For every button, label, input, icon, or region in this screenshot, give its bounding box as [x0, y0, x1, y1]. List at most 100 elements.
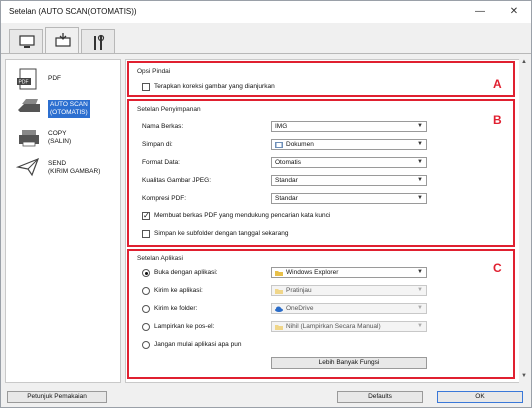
ok-button[interactable]: OK	[437, 391, 523, 403]
label-line-2: (KIRIM GAMBAR)	[48, 168, 101, 175]
label-line-1: SEND	[48, 160, 67, 167]
tab-general-settings[interactable]	[81, 29, 115, 53]
label-line-1: AUTO SCAN	[50, 101, 88, 108]
chevron-down-icon: ▼	[417, 123, 423, 129]
chevron-down-icon: ▼	[417, 177, 423, 183]
save-in-value: Dokumen	[286, 141, 314, 148]
save-in-select[interactable]: Dokumen ▼	[271, 139, 427, 150]
box-letter-c: C	[493, 261, 502, 275]
tab-scan-from-panel[interactable]	[45, 27, 79, 54]
box-letter-b: B	[493, 113, 502, 127]
attach-email-value: Nihil (Lampirkan Secara Manual)	[286, 323, 381, 330]
data-format-select[interactable]: Otomatis ▼	[271, 157, 427, 168]
chevron-down-icon: ▼	[417, 287, 423, 293]
svg-text:PDF: PDF	[19, 80, 29, 86]
computer-arrow-icon	[55, 33, 71, 47]
pdf-compression-value: Standar	[275, 195, 298, 202]
chevron-down-icon: ▼	[417, 159, 423, 165]
open-with-value: Windows Explorer	[286, 269, 339, 276]
more-functions-button[interactable]: Lebih Banyak Fungsi	[271, 357, 427, 369]
chevron-down-icon: ▼	[417, 305, 423, 311]
label-line-1: COPY	[48, 130, 67, 137]
sidebar-item-label: AUTO SCAN (OTOMATIS)	[48, 100, 90, 118]
sidebar: PDF PDF AUTO SCAN (OTOMATIS) COPY (SALIN…	[5, 59, 121, 383]
open-with-label: Buka dengan aplikasi:	[154, 269, 218, 276]
documents-folder-icon	[275, 142, 283, 148]
send-to-folder-value: OneDrive	[286, 305, 314, 312]
jpeg-quality-select[interactable]: Standar ▼	[271, 175, 427, 186]
send-to-folder-select[interactable]: OneDrive ▼	[271, 303, 427, 314]
onedrive-icon	[275, 306, 283, 312]
data-format-value: Otomatis	[275, 159, 302, 166]
scroll-up-icon[interactable]: ▲	[519, 59, 529, 69]
chevron-down-icon: ▼	[417, 141, 423, 147]
open-with-radio[interactable]	[142, 269, 150, 277]
folder-icon	[275, 325, 283, 330]
instructions-button[interactable]: Petunjuk Pemakaian	[7, 391, 107, 403]
folder-icon	[275, 271, 283, 276]
apply-correction-checkbox[interactable]	[142, 83, 150, 91]
minimize-button[interactable]: —	[465, 1, 495, 23]
send-to-folder-radio[interactable]	[142, 305, 150, 313]
computer-scan-icon	[19, 35, 35, 48]
save-in-label: Simpan di:	[142, 141, 173, 148]
scroll-down-icon[interactable]: ▼	[519, 373, 529, 383]
do-not-start-label: Jangan mulai aplikasi apa pun	[154, 341, 242, 348]
searchable-pdf-label: Membuat berkas PDF yang mendukung pencar…	[154, 212, 331, 219]
preview-app-icon	[275, 289, 283, 294]
tools-icon	[94, 34, 105, 50]
sidebar-item-label: PDF	[48, 75, 61, 82]
do-not-start-radio[interactable]	[142, 341, 150, 349]
searchable-pdf-checkbox[interactable]	[142, 211, 150, 220]
open-with-select[interactable]: Windows Explorer ▼	[271, 267, 427, 278]
send-to-app-label: Kirim ke aplikasi:	[154, 287, 203, 294]
tab-scan-from-computer[interactable]	[9, 29, 43, 53]
title-bar: Setelan (AUTO SCAN(OTOMATIS)) — ✕	[1, 1, 531, 23]
sidebar-item-copy[interactable]: COPY (SALIN)	[12, 124, 120, 154]
send-to-folder-label: Kirim ke folder:	[154, 305, 198, 312]
sidebar-item-pdf[interactable]: PDF PDF	[12, 66, 120, 96]
box-letter-a: A	[493, 77, 502, 91]
scan-options-title: Opsi Pindai	[137, 68, 171, 75]
chevron-down-icon: ▼	[417, 269, 423, 275]
subfolder-checkbox[interactable]	[142, 230, 150, 238]
chevron-down-icon: ▼	[417, 195, 423, 201]
chevron-down-icon: ▼	[417, 323, 423, 329]
sidebar-item-label: SEND (KIRIM GAMBAR)	[48, 160, 100, 176]
jpeg-quality-value: Standar	[275, 177, 298, 184]
attach-email-select[interactable]: Nihil (Lampirkan Secara Manual) ▼	[271, 321, 427, 332]
attach-email-radio[interactable]	[142, 323, 150, 331]
jpeg-quality-label: Kualitas Gambar JPEG:	[142, 177, 211, 184]
attach-email-label: Lampirkan ke pos-el:	[154, 323, 215, 330]
window-title: Setelan (AUTO SCAN(OTOMATIS))	[9, 7, 137, 16]
file-name-value: IMG	[275, 123, 288, 130]
pdf-icon: PDF	[17, 68, 37, 90]
label-line-2: (SALIN)	[48, 138, 72, 145]
copy-icon	[19, 130, 39, 147]
tab-divider	[1, 53, 531, 54]
send-to-app-radio[interactable]	[142, 287, 150, 295]
sidebar-item-auto-scan[interactable]: AUTO SCAN (OTOMATIS)	[12, 94, 120, 124]
sidebar-item-send[interactable]: SEND (KIRIM GAMBAR)	[12, 154, 120, 184]
settings-window: Setelan (AUTO SCAN(OTOMATIS)) — ✕ PDF PD…	[0, 0, 532, 408]
auto-scan-icon	[18, 99, 40, 112]
apply-correction-label: Terapkan koreksi gambar yang dianjurkan	[154, 83, 275, 90]
close-button[interactable]: ✕	[499, 1, 529, 23]
file-name-select[interactable]: IMG ▼	[271, 121, 427, 132]
vertical-scrollbar[interactable]: ▲ ▼	[519, 59, 529, 383]
pdf-compression-label: Kompresi PDF:	[142, 195, 187, 202]
highlight-box-a	[127, 61, 515, 97]
save-settings-title: Setelan Penyimpanan	[137, 106, 201, 113]
pdf-compression-select[interactable]: Standar ▼	[271, 193, 427, 204]
label-line-2: (OTOMATIS)	[50, 109, 88, 116]
app-settings-title: Setelan Aplikasi	[137, 255, 183, 262]
subfolder-label: Simpan ke subfolder dengan tanggal sekar…	[154, 230, 289, 237]
defaults-button[interactable]: Defaults	[337, 391, 423, 403]
tab-bar	[1, 23, 531, 54]
data-format-label: Format Data:	[142, 159, 180, 166]
send-to-app-value: Pratinjau	[286, 287, 312, 294]
file-name-label: Nama Berkas:	[142, 123, 184, 130]
send-icon	[16, 157, 40, 177]
sidebar-item-label: COPY (SALIN)	[48, 130, 71, 146]
send-to-app-select[interactable]: Pratinjau ▼	[271, 285, 427, 296]
